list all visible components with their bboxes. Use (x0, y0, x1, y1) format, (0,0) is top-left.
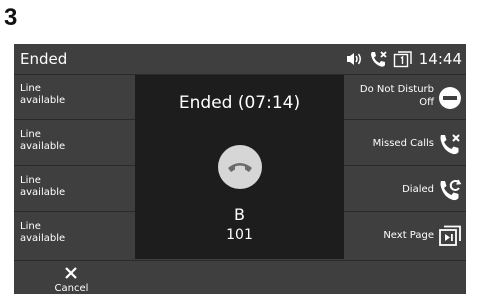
step-number: 3 (4, 4, 18, 31)
line-key-2[interactable]: Line available (14, 121, 135, 166)
clock: 14:44 (418, 50, 462, 68)
status-bar: Ended 14:44 (14, 44, 466, 75)
do-not-disturb-label: Do Not Disturb Off (359, 84, 434, 108)
call-status: Ended (07:14) (178, 93, 301, 113)
next-page-button[interactable]: Next Page (344, 213, 466, 258)
do-not-disturb-icon (439, 87, 461, 109)
bottom-softkey-bar: Cancel (14, 260, 466, 294)
missed-call-icon (370, 51, 387, 67)
cancel-button[interactable]: Cancel (44, 261, 99, 294)
close-icon (65, 267, 77, 279)
line-keys: Line available Line available Line avail… (14, 75, 135, 260)
line-key-label: Line available (20, 83, 66, 106)
hangup-icon (228, 163, 252, 172)
dialed-label: Dialed (402, 184, 434, 195)
missed-calls-icon (440, 134, 460, 155)
do-not-disturb-button[interactable]: Do Not Disturb Off (344, 75, 466, 120)
line-key-label: Line available (20, 221, 66, 244)
softkeys: Do Not Disturb Off Missed Calls Dialed N… (344, 75, 466, 260)
phone-screen: Ended 14:44 Line available Line availabl… (14, 44, 466, 294)
line-key-label: Line available (20, 175, 66, 198)
line-key-4[interactable]: Line available (14, 213, 135, 258)
dialed-button[interactable]: Dialed (344, 167, 466, 212)
contact-number: 101 (226, 227, 253, 243)
missed-calls-label: Missed Calls (372, 138, 434, 149)
call-panel: Ended (07:14) B 101 (135, 75, 344, 259)
page-icon (393, 51, 412, 68)
missed-calls-button[interactable]: Missed Calls (344, 121, 466, 166)
dialed-calls-icon (440, 179, 462, 201)
speaker-icon (346, 53, 361, 65)
next-page-label: Next Page (383, 230, 434, 241)
line-key-label: Line available (20, 129, 66, 152)
call-state-title: Ended (20, 50, 68, 68)
next-page-icon (439, 225, 461, 246)
hangup-button[interactable] (218, 145, 262, 189)
status-icons: 14:44 (345, 49, 462, 69)
cancel-label: Cancel (54, 283, 89, 294)
line-key-3[interactable]: Line available (14, 167, 135, 212)
line-key-1[interactable]: Line available (14, 75, 135, 120)
contact-name: B (234, 205, 245, 224)
